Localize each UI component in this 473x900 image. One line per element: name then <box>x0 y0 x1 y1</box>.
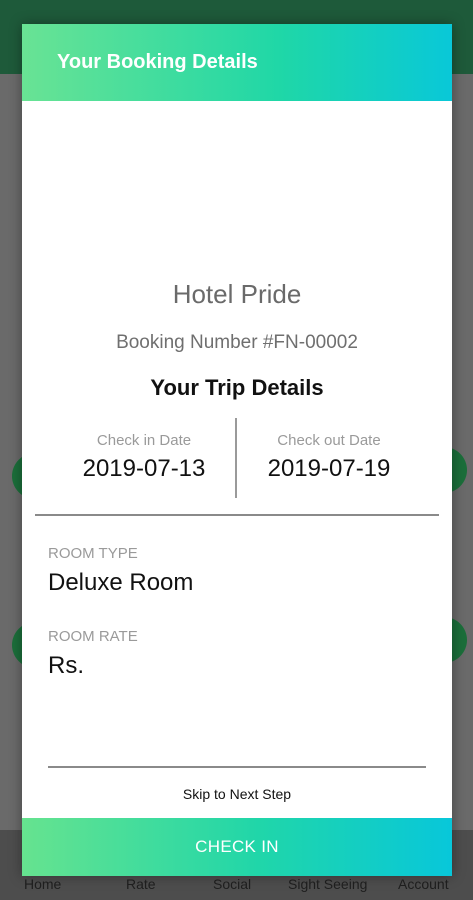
skip-to-next-step-link[interactable]: Skip to Next Step <box>22 786 452 802</box>
booking-details-dialog: Your Booking Details Hotel Pride Booking… <box>22 24 452 876</box>
room-type-value: Deluxe Room <box>48 569 194 596</box>
bottom-divider <box>48 766 426 768</box>
check-out-label: Check out Date <box>277 432 381 449</box>
section-divider <box>35 514 439 516</box>
nav-item-sight-seeing: Sight Seeing <box>288 876 368 892</box>
check-in-button[interactable]: CHECK IN <box>22 818 452 876</box>
room-rate-value: Rs. <box>48 652 84 679</box>
check-in-label: Check in Date <box>96 432 192 449</box>
trip-details-title: Your Trip Details <box>150 375 324 400</box>
nav-item-rate: Rate <box>126 876 156 892</box>
nav-item-account: Account <box>398 876 449 892</box>
check-out-date: Check out Date 2019-07-19 <box>229 432 429 483</box>
dialog-title: Your Booking Details <box>57 51 258 73</box>
check-out-value: 2019-07-19 <box>267 455 391 482</box>
nav-item-home: Home <box>24 876 62 892</box>
check-in-date: Check in Date 2019-07-13 <box>44 432 244 483</box>
dialog-header: Your Booking Details <box>22 24 452 101</box>
room-type-label: ROOM TYPE <box>48 545 138 562</box>
booking-number: Booking Number #FN-00002 <box>116 332 358 353</box>
room-rate-label: ROOM RATE <box>48 628 138 645</box>
nav-item-social: Social <box>213 876 252 892</box>
check-in-value: 2019-07-13 <box>82 455 206 482</box>
hotel-name: Hotel Pride <box>172 279 302 309</box>
